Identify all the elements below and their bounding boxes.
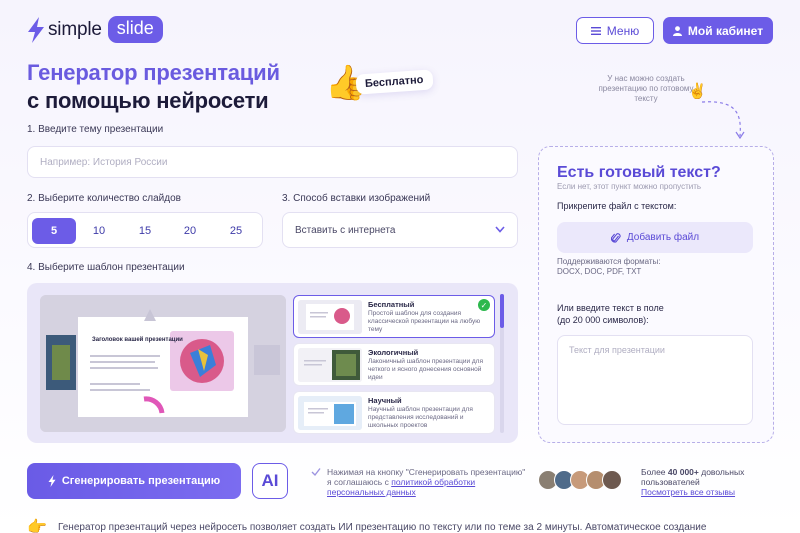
menu-button[interactable]: Меню (576, 17, 654, 44)
slide-count-selector: 5 10 15 20 25 (27, 212, 263, 248)
presentation-text-input[interactable]: Текст для презентации (557, 335, 753, 425)
hamburger-icon (590, 26, 601, 35)
preview-slide-title: Заголовок вашей презентации (92, 337, 183, 343)
ai-badge: AI (252, 463, 288, 499)
my-cabinet-button[interactable]: Мой кабинет (663, 17, 773, 44)
template-preview: Заголовок вашей презентации (40, 295, 286, 432)
checkmark-icon[interactable] (311, 467, 321, 477)
attach-label: Прикрепите файл с текстом: (557, 201, 677, 211)
logo[interactable]: simple slide (27, 16, 163, 43)
slide-count-option-15[interactable]: 15 (123, 218, 167, 244)
panel-subtitle: Если нет, этот пункт можно пропустить (557, 182, 702, 191)
add-file-button[interactable]: Добавить файл (557, 222, 753, 253)
image-method-value: Вставить с интернета (295, 224, 396, 236)
logo-slide-text: slide (107, 16, 163, 43)
all-reviews-link[interactable]: Посмотреть все отзывы (641, 487, 735, 497)
consent-text: Нажимая на кнопку "Сгенерировать презент… (327, 467, 527, 497)
chevron-down-icon (495, 226, 505, 233)
template-desc: Простой шаблон для создания классической… (368, 310, 481, 333)
count-label: 2. Выберите количество слайдов (27, 193, 181, 204)
preview-slide-image (40, 295, 286, 432)
template-title: Бесплатный (368, 300, 415, 309)
paperclip-icon (610, 232, 621, 243)
pointing-hand-icon: 👉 (27, 519, 47, 533)
check-icon: ✓ (478, 299, 490, 311)
slide-count-option-10[interactable]: 10 (77, 218, 121, 244)
template-desc: Научный шаблон презентации для представл… (368, 406, 473, 429)
user-icon (672, 25, 682, 36)
template-thumb-eco (298, 348, 362, 382)
template-card-eco[interactable]: Экологичный Лаконичный шаблон презентаци… (293, 343, 495, 386)
slide-count-option-25[interactable]: 25 (214, 218, 258, 244)
slide-count-option-5[interactable]: 5 (32, 218, 76, 244)
users-prefix: Более (641, 467, 668, 477)
dashed-arrow-icon (701, 101, 745, 140)
generate-label: Сгенерировать презентацию (61, 475, 221, 487)
user-avatars (538, 470, 622, 490)
topic-input[interactable]: Например: История России (27, 146, 518, 178)
template-title: Научный (368, 396, 402, 405)
logo-simple-text: simple (48, 18, 102, 40)
cabinet-label: Мой кабинет (687, 23, 764, 38)
bolt-icon (28, 16, 44, 43)
panel-title: Есть готовый текст? (557, 164, 721, 181)
slide-count-option-20[interactable]: 20 (168, 218, 212, 244)
or-text-line1: Или введите текст в поле (557, 303, 664, 313)
hero-title-line1: Генератор презентаций (27, 60, 280, 85)
template-desc: Лаконичный шаблон презентации для четког… (368, 358, 483, 381)
add-file-label: Добавить файл (626, 232, 700, 243)
image-method-label: 3. Способ вставки изображений (282, 193, 431, 204)
template-scrollbar-thumb[interactable] (500, 294, 504, 328)
template-thumb-free (298, 300, 362, 334)
template-card-free[interactable]: Бесплатный Простой шаблон для создания к… (293, 295, 495, 338)
bolt-icon (48, 475, 56, 487)
generate-button[interactable]: Сгенерировать презентацию (27, 463, 241, 499)
or-text-label: Или введите текст в поле (до 20 000 симв… (557, 302, 747, 326)
template-card-science[interactable]: Научный Научный шаблон презентации для п… (293, 391, 495, 434)
template-thumb-science (298, 396, 362, 430)
template-title: Экологичный (368, 348, 419, 357)
avatar (602, 470, 622, 490)
free-badge: Бесплатно (355, 69, 434, 95)
supported-formats: Поддерживаются форматы: DOCX, DOC, PDF, … (557, 257, 747, 277)
formats-line1: Поддерживаются форматы: (557, 257, 661, 266)
template-label: 4. Выберите шаблон презентации (27, 262, 185, 273)
ready-text-hint: У нас можно создать презентацию по готов… (598, 74, 694, 103)
topic-label: 1. Введите тему презентации (27, 124, 164, 135)
users-count: 40 000+ (667, 467, 699, 477)
menu-label: Меню (606, 23, 640, 38)
users-count-text: Более 40 000+ довольных пользователей По… (641, 467, 781, 497)
hero-title-line2: с помощью нейросети (27, 88, 269, 113)
image-method-select[interactable]: Вставить с интернета (282, 212, 518, 248)
footer-description: Генератор презентаций через нейросеть по… (58, 522, 707, 533)
or-text-line2: (до 20 000 символов): (557, 315, 649, 325)
formats-line2: DOCX, DOC, PDF, TXT (557, 267, 642, 276)
